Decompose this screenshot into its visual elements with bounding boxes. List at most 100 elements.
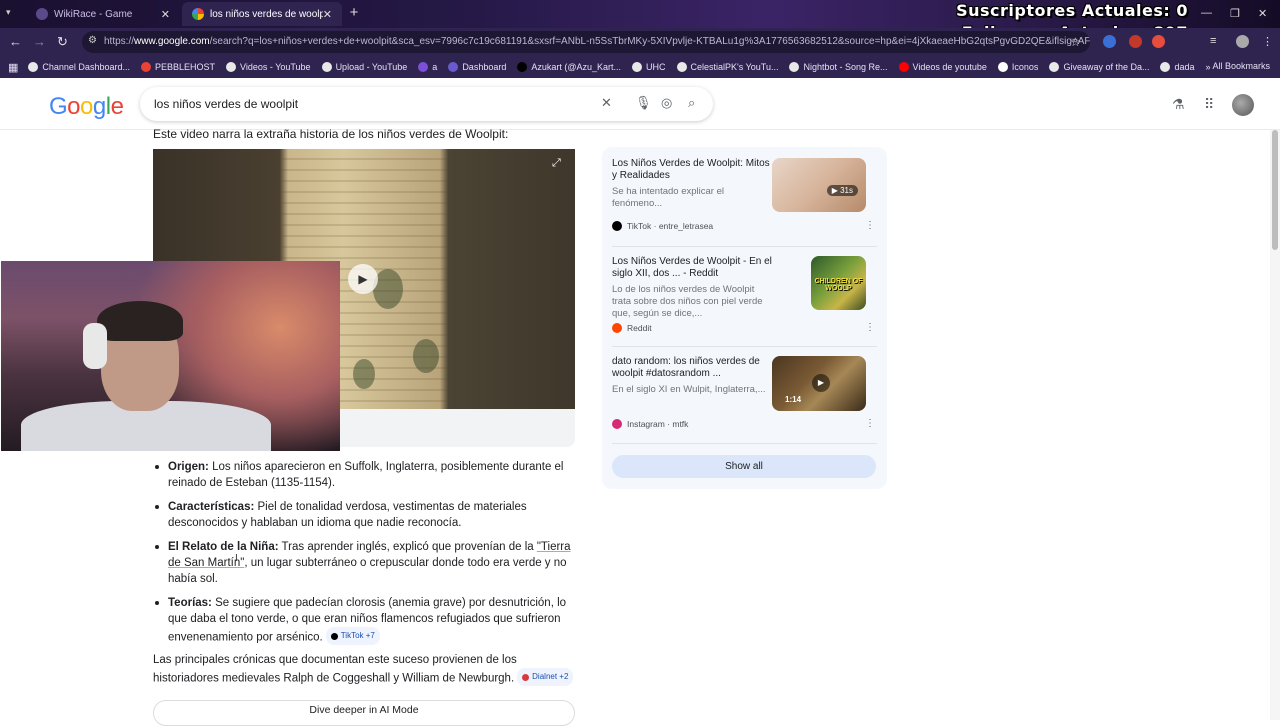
video-figure [353, 359, 375, 389]
forward-icon[interactable]: → [33, 34, 46, 49]
tab-google-search[interactable]: los niños verdes de woolpit - G ✕ [182, 2, 342, 26]
clear-icon[interactable]: ✕ [601, 95, 612, 111]
dialnet-icon [522, 673, 530, 681]
bookmark-label: PEBBLEHOST [154, 62, 215, 72]
chip-label: Dialnet +2 [532, 672, 569, 681]
source-chip-tiktok[interactable]: TikTok +7 [325, 627, 380, 645]
bookmark-favicon-icon [1160, 62, 1171, 72]
wikirace-favicon-icon [36, 8, 48, 20]
card-title[interactable]: Los Niños Verdes de Woolpit - En el sigl… [612, 256, 774, 280]
card-title[interactable]: dato random: los niños verdes de woolpit… [612, 356, 774, 380]
thumbnail-text: CHILDREN OF WOOLP [814, 278, 863, 292]
search-icon[interactable]: ⌕ [688, 95, 695, 111]
search-input[interactable]: los niños verdes de woolpit [154, 97, 298, 111]
bookmark-item[interactable]: PEBBLEHOST [140, 62, 215, 72]
more-options-icon[interactable]: ⋮ [865, 418, 875, 429]
divider [612, 443, 877, 444]
scrollbar-thumb[interactable] [1272, 130, 1278, 250]
restore-icon[interactable]: ❐ [1230, 7, 1240, 20]
chip-label: TikTok +7 [340, 631, 375, 640]
show-all-button[interactable]: Show all [612, 455, 876, 478]
close-tab-icon[interactable]: ✕ [161, 8, 170, 21]
play-icon: ▶ [812, 374, 830, 392]
bookmark-item[interactable]: a [418, 62, 437, 72]
tab-search-icon[interactable]: ▾ [6, 7, 11, 18]
card-thumbnail[interactable]: ▶ 31s [772, 158, 866, 212]
bullet-text: Tras aprender inglés, explicó que proven… [278, 541, 537, 553]
card-title[interactable]: Los Niños Verdes de Woolpit: Mitos y Rea… [612, 158, 774, 182]
google-logo[interactable]: Google [49, 93, 124, 121]
apps-grid-icon[interactable]: ▦ [8, 61, 18, 74]
bookmark-item[interactable]: CelestialPK's YouTu... [676, 62, 779, 72]
back-icon[interactable]: ← [9, 34, 22, 49]
source-name: Instagram [627, 419, 665, 429]
bookmark-favicon-icon [28, 62, 39, 72]
source-name: Reddit [627, 323, 652, 333]
bookmark-favicon-icon [676, 62, 687, 72]
account-avatar[interactable] [1232, 94, 1254, 116]
tab-title: los niños verdes de woolpit - G [210, 8, 323, 20]
extension-icon[interactable] [1152, 35, 1165, 48]
address-bar[interactable]: ⚙ https://www.google.com/search?q=los+ni… [82, 31, 1090, 53]
list-item: Origen: Los niños aparecieron en Suffolk… [153, 459, 575, 491]
card-source: TikTok · entre_letrasea [612, 221, 713, 231]
all-bookmarks-button[interactable]: All Bookmarks [1212, 61, 1270, 71]
microphone-icon[interactable]: 🎙 [635, 95, 652, 111]
more-options-icon[interactable]: ⋮ [865, 322, 875, 333]
card-thumbnail[interactable]: ▶ 1:14 [772, 356, 866, 411]
list-item: Teorías: Se sugiere que padecían clorosi… [153, 595, 575, 646]
bookmark-item[interactable]: Nightbot - Song Re... [789, 62, 888, 72]
bookmark-item[interactable]: dada [1160, 62, 1195, 72]
bookmark-label: Upload - YouTube [335, 62, 408, 72]
bookmark-item[interactable]: Channel Dashboard... [28, 62, 130, 72]
close-tab-icon[interactable]: ✕ [323, 8, 332, 21]
google-apps-icon[interactable]: ⠿ [1204, 96, 1214, 113]
bookmark-label: dada [1174, 62, 1195, 72]
bookmark-label: Giveaway of the Da... [1063, 62, 1150, 72]
bookmark-item[interactable]: Videos - YouTube [226, 62, 311, 72]
bookmark-item[interactable]: Upload - YouTube [321, 62, 408, 72]
tab-wikirace[interactable]: WikiRace - Game ✕ [26, 2, 180, 26]
bookmark-label: CelestialPK's YouTu... [690, 62, 779, 72]
bookmark-item[interactable]: UHC [632, 62, 666, 72]
more-bookmarks-icon[interactable]: » [1206, 62, 1211, 72]
bookmark-item[interactable]: Giveaway of the Da... [1049, 62, 1149, 72]
new-tab-button[interactable]: + [346, 5, 362, 22]
bullet-label: Características: [168, 501, 255, 513]
more-options-icon[interactable]: ⋮ [865, 220, 875, 231]
bookmark-item[interactable]: Iconos [997, 62, 1039, 72]
url-prefix: https:// [104, 36, 135, 47]
labs-flask-icon[interactable]: ⚗ [1172, 96, 1185, 113]
profile-icon[interactable] [1236, 35, 1249, 48]
site-info-icon[interactable]: ⚙ [88, 35, 97, 46]
bookmark-favicon-icon [789, 62, 800, 72]
close-window-icon[interactable]: ✕ [1258, 7, 1267, 20]
instagram-icon [612, 419, 622, 429]
minimize-icon[interactable]: — [1201, 7, 1212, 19]
bookmark-label: Videos - YouTube [240, 62, 311, 72]
bookmark-label: Iconos [1011, 62, 1039, 72]
menu-icon[interactable]: ⋮ [1262, 35, 1273, 48]
bookmark-item[interactable]: Dashboard [448, 62, 506, 72]
bookmarks-bar: ▦ Channel Dashboard... PEBBLEHOST Videos… [0, 56, 1280, 78]
source-author: mtfk [672, 419, 689, 429]
card-snippet: En el siglo XI en Wulpit, Inglaterra,... [612, 384, 766, 395]
extension-icon[interactable] [1129, 35, 1142, 48]
bookmark-item[interactable]: Videos de youtube [898, 62, 987, 72]
media-controls-icon[interactable]: ≡ [1210, 35, 1216, 47]
divider [612, 246, 877, 247]
play-icon[interactable]: ▶ [348, 264, 378, 294]
bookmark-label: Videos de youtube [912, 62, 987, 72]
expand-icon[interactable]: ⤢ [552, 157, 561, 170]
dive-deeper-ai-mode-button[interactable]: Dive deeper in AI Mode [153, 700, 575, 726]
search-box[interactable]: los niños verdes de woolpit ✕ 🎙 ◎ ⌕ [140, 87, 713, 121]
bookmark-item[interactable]: Azukart (@Azu_Kart... [517, 62, 621, 72]
lens-camera-icon[interactable]: ◎ [661, 95, 672, 111]
extension-icon[interactable] [1103, 35, 1116, 48]
bookmark-star-icon[interactable]: ☆ [1070, 35, 1081, 49]
tiktok-icon [612, 221, 622, 231]
bookmark-favicon-icon [517, 62, 528, 72]
source-chip-dialnet[interactable]: Dialnet +2 [517, 668, 574, 686]
card-thumbnail[interactable]: CHILDREN OF WOOLP [811, 256, 866, 310]
reload-icon[interactable]: ↻ [57, 34, 68, 50]
